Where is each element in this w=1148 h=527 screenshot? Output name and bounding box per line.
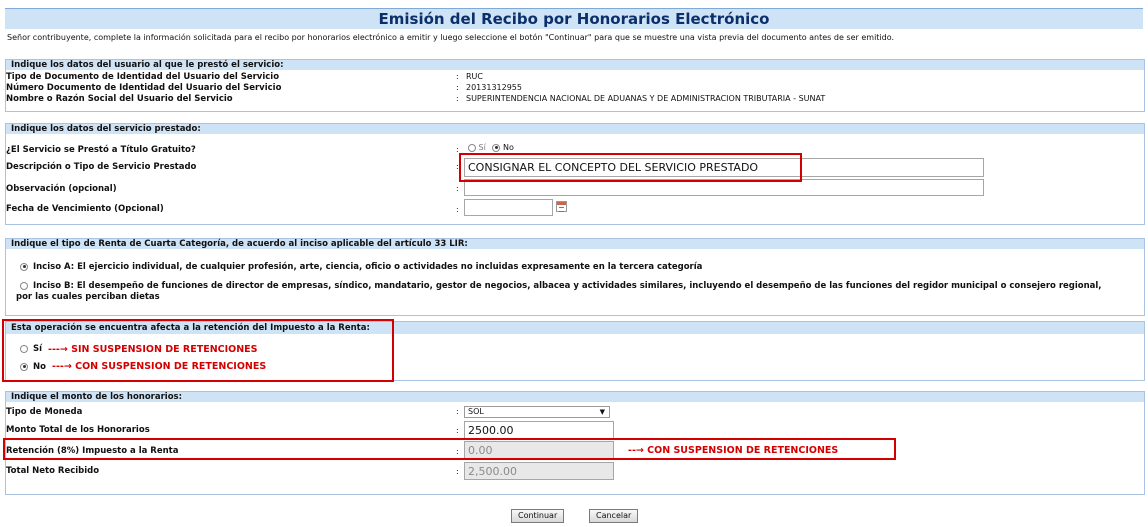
retencion-renta-highlight [3,438,896,460]
moneda-select[interactable]: SOL ▼ [464,406,610,418]
inciso-a-label: Inciso A: El ejercicio individual, de cu… [32,262,703,272]
descripcion-highlight [459,153,802,182]
colon: : [456,407,459,416]
inciso-b-label-cont: por las cuales perciban dietas [16,292,160,302]
gratuito-label: ¿El Servicio se Prestó a Título Gratuito… [6,145,196,155]
monto-section-header: Indique el monto de los honorarios: [6,392,1144,402]
total-neto-label: Total Neto Recibido [6,466,100,476]
inciso-b-option: Inciso B: El desempeño de funciones de d… [20,281,1102,291]
gratuito-si-label: Sí [478,143,486,152]
retencion-highlight [2,319,394,382]
fecha-vencimiento-input[interactable] [464,199,553,216]
tipo-documento-label: Tipo de Documento de Identidad del Usuar… [6,72,280,82]
numero-documento-value: 20131312955 [466,83,522,92]
colon: : [456,426,459,435]
renta-section-header: Indique el tipo de Renta de Cuarta Categ… [6,239,1144,249]
total-neto-input [464,462,614,480]
gratuito-options: Sí No [468,143,514,152]
colon: : [456,94,459,103]
razon-social-value: SUPERINTENDENCIA NACIONAL DE ADUANAS Y D… [466,94,826,103]
renta-section: Indique el tipo de Renta de Cuarta Categ… [5,238,1145,316]
chevron-down-icon: ▼ [599,408,605,416]
moneda-label: Tipo de Moneda [6,407,83,417]
servicio-section-header: Indique los datos del servicio prestado: [6,124,1144,134]
inciso-a-radio[interactable] [20,262,28,271]
calendar-icon[interactable] [556,201,567,212]
colon: : [456,72,459,81]
gratuito-no-radio[interactable] [492,143,501,152]
colon: : [456,83,459,92]
usuario-section-header: Indique los datos del usuario al que le … [6,60,1144,70]
page-title: Emisión del Recibo por Honorarios Electr… [5,8,1143,29]
inciso-b-radio[interactable] [20,281,28,290]
inciso-b-label: Inciso B: El desempeño de funciones de d… [32,281,1102,291]
colon: : [456,467,459,476]
razon-social-label: Nombre o Razón Social del Usuario del Se… [6,94,233,104]
monto-total-label: Monto Total de los Honorarios [6,425,150,435]
observacion-label: Observación (opcional) [6,184,117,194]
descripcion-label: Descripción o Tipo de Servicio Prestado [6,162,197,172]
tipo-documento-value: RUC [466,72,483,81]
gratuito-si-radio[interactable] [468,143,476,152]
continuar-button[interactable]: Continuar [511,509,565,523]
monto-total-input[interactable] [464,421,614,439]
numero-documento-label: Número Documento de Identidad del Usuari… [6,83,282,93]
colon: : [456,205,459,214]
moneda-selected: SOL [468,407,484,416]
fecha-vencimiento-label: Fecha de Vencimiento (Opcional) [6,204,164,214]
intro-text: Señor contribuyente, complete la informa… [7,33,895,42]
colon: : [456,184,459,193]
gratuito-no-label: No [502,143,514,152]
cancelar-button[interactable]: Cancelar [589,509,639,523]
inciso-a-option: Inciso A: El ejercicio individual, de cu… [20,262,702,272]
